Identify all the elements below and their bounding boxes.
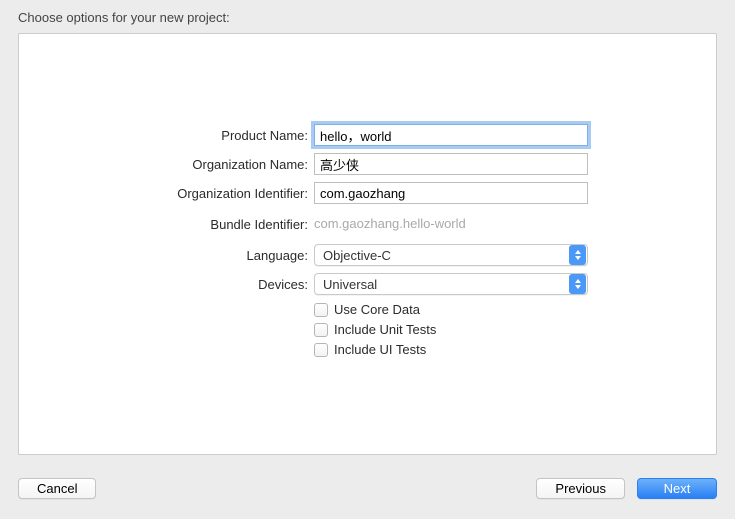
language-row: Language: Objective-C [19,244,716,266]
dialog-footer: Cancel Previous Next [0,465,735,519]
include-unit-tests-label[interactable]: Include Unit Tests [334,322,436,337]
bundle-identifier-label: Bundle Identifier: [19,217,314,232]
language-selected-value: Objective-C [323,248,569,263]
use-core-data-label[interactable]: Use Core Data [334,302,420,317]
organization-identifier-input[interactable] [314,182,588,204]
product-name-input[interactable] [314,124,588,146]
include-ui-tests-label[interactable]: Include UI Tests [334,342,426,357]
product-name-label: Product Name: [19,128,314,143]
include-unit-tests-row: Include Unit Tests [19,322,716,337]
cancel-button[interactable]: Cancel [18,478,96,499]
dialog-title: Choose options for your new project: [18,10,230,25]
include-ui-tests-row: Include UI Tests [19,342,716,357]
organization-name-label: Organization Name: [19,157,314,172]
include-unit-tests-checkbox[interactable] [314,323,328,337]
checkbox-group: Use Core Data Include Unit Tests Include… [19,302,716,357]
language-select[interactable]: Objective-C [314,244,588,266]
updown-arrows-icon [569,245,586,265]
bundle-identifier-row: Bundle Identifier: com.gaozhang.hello-wo… [19,211,716,237]
devices-row: Devices: Universal [19,273,716,295]
form-panel: Product Name: Organization Name: Organiz… [18,33,717,455]
include-ui-tests-checkbox[interactable] [314,343,328,357]
options-form: Product Name: Organization Name: Organiz… [19,124,716,362]
language-label: Language: [19,248,314,263]
devices-selected-value: Universal [323,277,569,292]
previous-button[interactable]: Previous [536,478,625,499]
devices-label: Devices: [19,277,314,292]
bundle-identifier-value: com.gaozhang.hello-world [314,211,588,237]
updown-arrows-icon [569,274,586,294]
product-name-row: Product Name: [19,124,716,146]
devices-select[interactable]: Universal [314,273,588,295]
organization-identifier-row: Organization Identifier: [19,182,716,204]
use-core-data-row: Use Core Data [19,302,716,317]
organization-identifier-label: Organization Identifier: [19,186,314,201]
dialog-header: Choose options for your new project: [0,0,735,33]
next-button[interactable]: Next [637,478,717,499]
use-core-data-checkbox[interactable] [314,303,328,317]
organization-name-input[interactable] [314,153,588,175]
organization-name-row: Organization Name: [19,153,716,175]
new-project-options-window: Choose options for your new project: Pro… [0,0,735,519]
